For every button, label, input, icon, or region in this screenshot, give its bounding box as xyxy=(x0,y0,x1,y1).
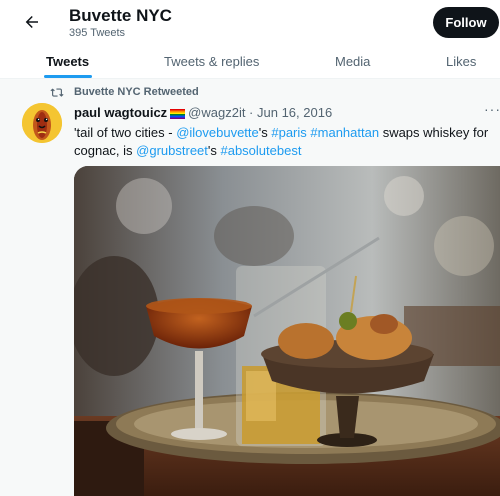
hashtag-link[interactable]: #manhattan xyxy=(310,125,379,140)
tweet-text-segment: 'tail of two cities - xyxy=(74,125,177,140)
tweet-text-segment: 's xyxy=(207,143,221,158)
cocktail-photo-svg xyxy=(74,166,500,496)
author-name[interactable]: paul wagtouicz xyxy=(74,105,167,120)
tweet-count: 395 Tweets xyxy=(69,27,126,39)
tweet-author-row: paul wagtouicz @wagz2it · Jun 16, 2016 xyxy=(74,105,332,120)
arrow-left-icon[interactable] xyxy=(20,10,44,34)
tab-tweets[interactable]: Tweets xyxy=(46,44,89,78)
follow-button[interactable]: Follow xyxy=(433,7,499,38)
hotdog-avatar-svg xyxy=(22,103,62,143)
tweet-text-segment: 's xyxy=(258,125,272,140)
mention-link[interactable]: @grubstreet xyxy=(136,143,208,158)
hashtag-link[interactable]: #paris xyxy=(271,125,306,140)
more-icon[interactable]: ··· xyxy=(484,101,500,117)
tab-media[interactable]: Media xyxy=(335,44,370,78)
profile-tabs: Tweets Tweets & replies Media Likes xyxy=(0,44,500,79)
tweet-photo[interactable] xyxy=(74,166,500,496)
tab-likes[interactable]: Likes xyxy=(446,44,476,78)
tweet-text: 'tail of two cities - @ilovebuvette's #p… xyxy=(74,124,494,160)
retweet-label: Buvette NYC Retweeted xyxy=(74,86,199,98)
back-arrow-svg xyxy=(25,16,38,28)
rainbow-flag-icon xyxy=(170,108,186,119)
mention-link[interactable]: @ilovebuvette xyxy=(176,125,259,140)
profile-header: Buvette NYC 395 Tweets Follow xyxy=(0,0,500,44)
active-tab-indicator xyxy=(44,75,92,78)
author-handle-date[interactable]: @wagz2it · Jun 16, 2016 xyxy=(188,105,332,120)
retweet-icon xyxy=(50,86,64,101)
retweet-svg xyxy=(50,88,64,97)
hashtag-link[interactable]: #absolutebest xyxy=(220,143,301,158)
tab-tweets-replies[interactable]: Tweets & replies xyxy=(164,44,259,78)
page-title: Buvette NYC xyxy=(69,6,172,25)
avatar[interactable] xyxy=(22,103,62,143)
